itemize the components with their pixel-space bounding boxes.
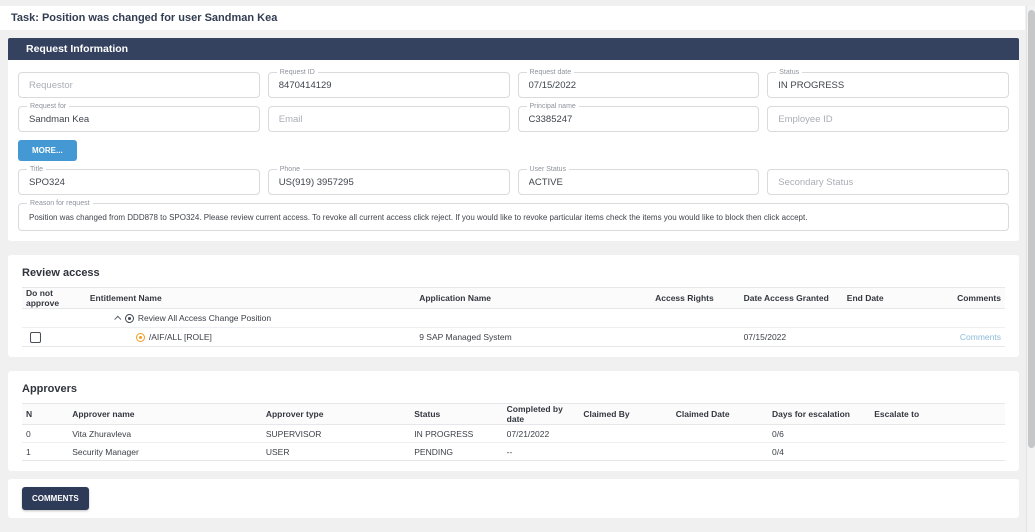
col-status: Status [410, 404, 502, 425]
entitlement-name: /AIF/ALL [ROLE] [149, 332, 212, 342]
approver-completed-by: -- [503, 443, 580, 461]
col-comments: Comments [936, 288, 1005, 309]
phone-label: Phone [277, 166, 303, 174]
end-date [843, 328, 936, 347]
approver-completed-by: 07/21/2022 [503, 425, 580, 443]
title-label: Title [27, 166, 46, 174]
reason-for-request-label: Reason for request [27, 200, 93, 208]
approver-row: 1 Security Manager USER PENDING -- 0/4 [22, 443, 1005, 461]
scrollbar-thumb[interactable] [1028, 10, 1035, 448]
status-label: Status [776, 69, 802, 77]
request-for-field[interactable]: Request for [18, 106, 260, 132]
approver-status: IN PROGRESS [410, 425, 502, 443]
col-approver-type: Approver type [262, 404, 410, 425]
col-entitlement-name: Entitlement Name [86, 288, 415, 309]
employee-id-field[interactable] [767, 106, 1009, 132]
vertical-scrollbar[interactable] [1026, 6, 1035, 532]
review-access-panel: Review access Do not approve Entitlement… [8, 255, 1019, 357]
request-date-field[interactable]: Request date [518, 72, 760, 98]
approver-status: PENDING [410, 443, 502, 461]
approver-escalate-to [870, 443, 1005, 461]
request-information-header: Request Information [8, 38, 1019, 60]
entitlement-group-name: Review All Access Change Position [138, 313, 271, 323]
approver-claimed-date [672, 425, 768, 443]
title-field[interactable]: Title [18, 169, 260, 195]
approver-n: 0 [22, 425, 68, 443]
more-button[interactable]: MORE... [18, 140, 77, 161]
reason-for-request-input[interactable] [19, 204, 1008, 230]
review-access-header-row: Do not approve Entitlement Name Applicat… [22, 288, 1005, 309]
col-end-date: End Date [843, 288, 936, 309]
phone-field[interactable]: Phone [268, 169, 510, 195]
approver-name: Vita Zhuravleva [68, 425, 262, 443]
user-status-label: User Status [527, 166, 570, 174]
request-id-label: Request ID [277, 69, 318, 77]
approver-days-escalation: 0/6 [768, 425, 870, 443]
principal-name-label: Principal name [527, 103, 579, 111]
col-completed-by-date: Completed by date [503, 404, 580, 425]
approver-type: SUPERVISOR [262, 425, 410, 443]
approver-row: 0 Vita Zhuravleva SUPERVISOR IN PROGRESS… [22, 425, 1005, 443]
review-access-table: Do not approve Entitlement Name Applicat… [22, 287, 1005, 347]
approver-name: Security Manager [68, 443, 262, 461]
review-access-group-row: Review All Access Change Position [22, 309, 1005, 328]
review-access-title: Review access [22, 267, 1005, 279]
col-date-access-granted: Date Access Granted [740, 288, 843, 309]
approver-escalate-to [870, 425, 1005, 443]
approver-n: 1 [22, 443, 68, 461]
approvers-header-row: N Approver name Approver type Status Com… [22, 404, 1005, 425]
entitlement-group-icon [125, 314, 134, 323]
reason-for-request-field[interactable]: Reason for request [18, 203, 1009, 231]
email-input[interactable] [269, 107, 509, 131]
requestor-field[interactable] [18, 72, 260, 98]
request-date-label: Request date [527, 69, 575, 77]
comments-panel: COMMENTS [8, 479, 1019, 518]
col-n: N [22, 404, 68, 425]
request-for-label: Request for [27, 103, 69, 111]
secondary-status-field[interactable] [767, 169, 1009, 195]
approver-type: USER [262, 443, 410, 461]
user-status-field[interactable]: User Status [518, 169, 760, 195]
approver-claimed-date [672, 443, 768, 461]
title-input[interactable] [19, 170, 259, 194]
comments-button[interactable]: COMMENTS [22, 487, 89, 510]
col-claimed-date: Claimed Date [672, 404, 768, 425]
col-do-not-approve: Do not approve [22, 288, 86, 309]
phone-input[interactable] [269, 170, 509, 194]
status-input[interactable] [768, 73, 1008, 97]
col-approver-name: Approver name [68, 404, 262, 425]
email-field[interactable] [268, 106, 510, 132]
date-access-granted: 07/15/2022 [740, 328, 843, 347]
access-rights [651, 328, 739, 347]
principal-name-field[interactable]: Principal name [518, 106, 760, 132]
col-days-for-escalation: Days for escalation [768, 404, 870, 425]
requestor-input[interactable] [19, 73, 259, 97]
application-name: 9 SAP Managed System [415, 328, 651, 347]
secondary-status-input[interactable] [768, 170, 1008, 194]
task-title: Task: Position was changed for user Sand… [0, 6, 1025, 30]
request-id-field[interactable]: Request ID [268, 72, 510, 98]
collapse-chevron-icon[interactable] [114, 315, 121, 322]
employee-id-input[interactable] [768, 107, 1008, 131]
col-application-name: Application Name [415, 288, 651, 309]
role-icon [136, 333, 145, 342]
do-not-approve-checkbox[interactable] [30, 332, 41, 343]
review-access-row: /AIF/ALL [ROLE] 9 SAP Managed System 07/… [22, 328, 1005, 347]
approvers-table: N Approver name Approver type Status Com… [22, 403, 1005, 461]
approver-claimed-by [579, 425, 671, 443]
status-field[interactable]: Status [767, 72, 1009, 98]
approver-days-escalation: 0/4 [768, 443, 870, 461]
approvers-title: Approvers [22, 383, 1005, 395]
approvers-panel: Approvers N Approver name Approver type … [8, 371, 1019, 471]
col-escalate-to: Escalate to [870, 404, 1005, 425]
col-access-rights: Access Rights [651, 288, 739, 309]
comments-link[interactable]: Comments [960, 332, 1001, 342]
col-claimed-by: Claimed By [579, 404, 671, 425]
approver-claimed-by [579, 443, 671, 461]
request-information-panel: Request ID Request date Status Request f… [8, 60, 1019, 241]
